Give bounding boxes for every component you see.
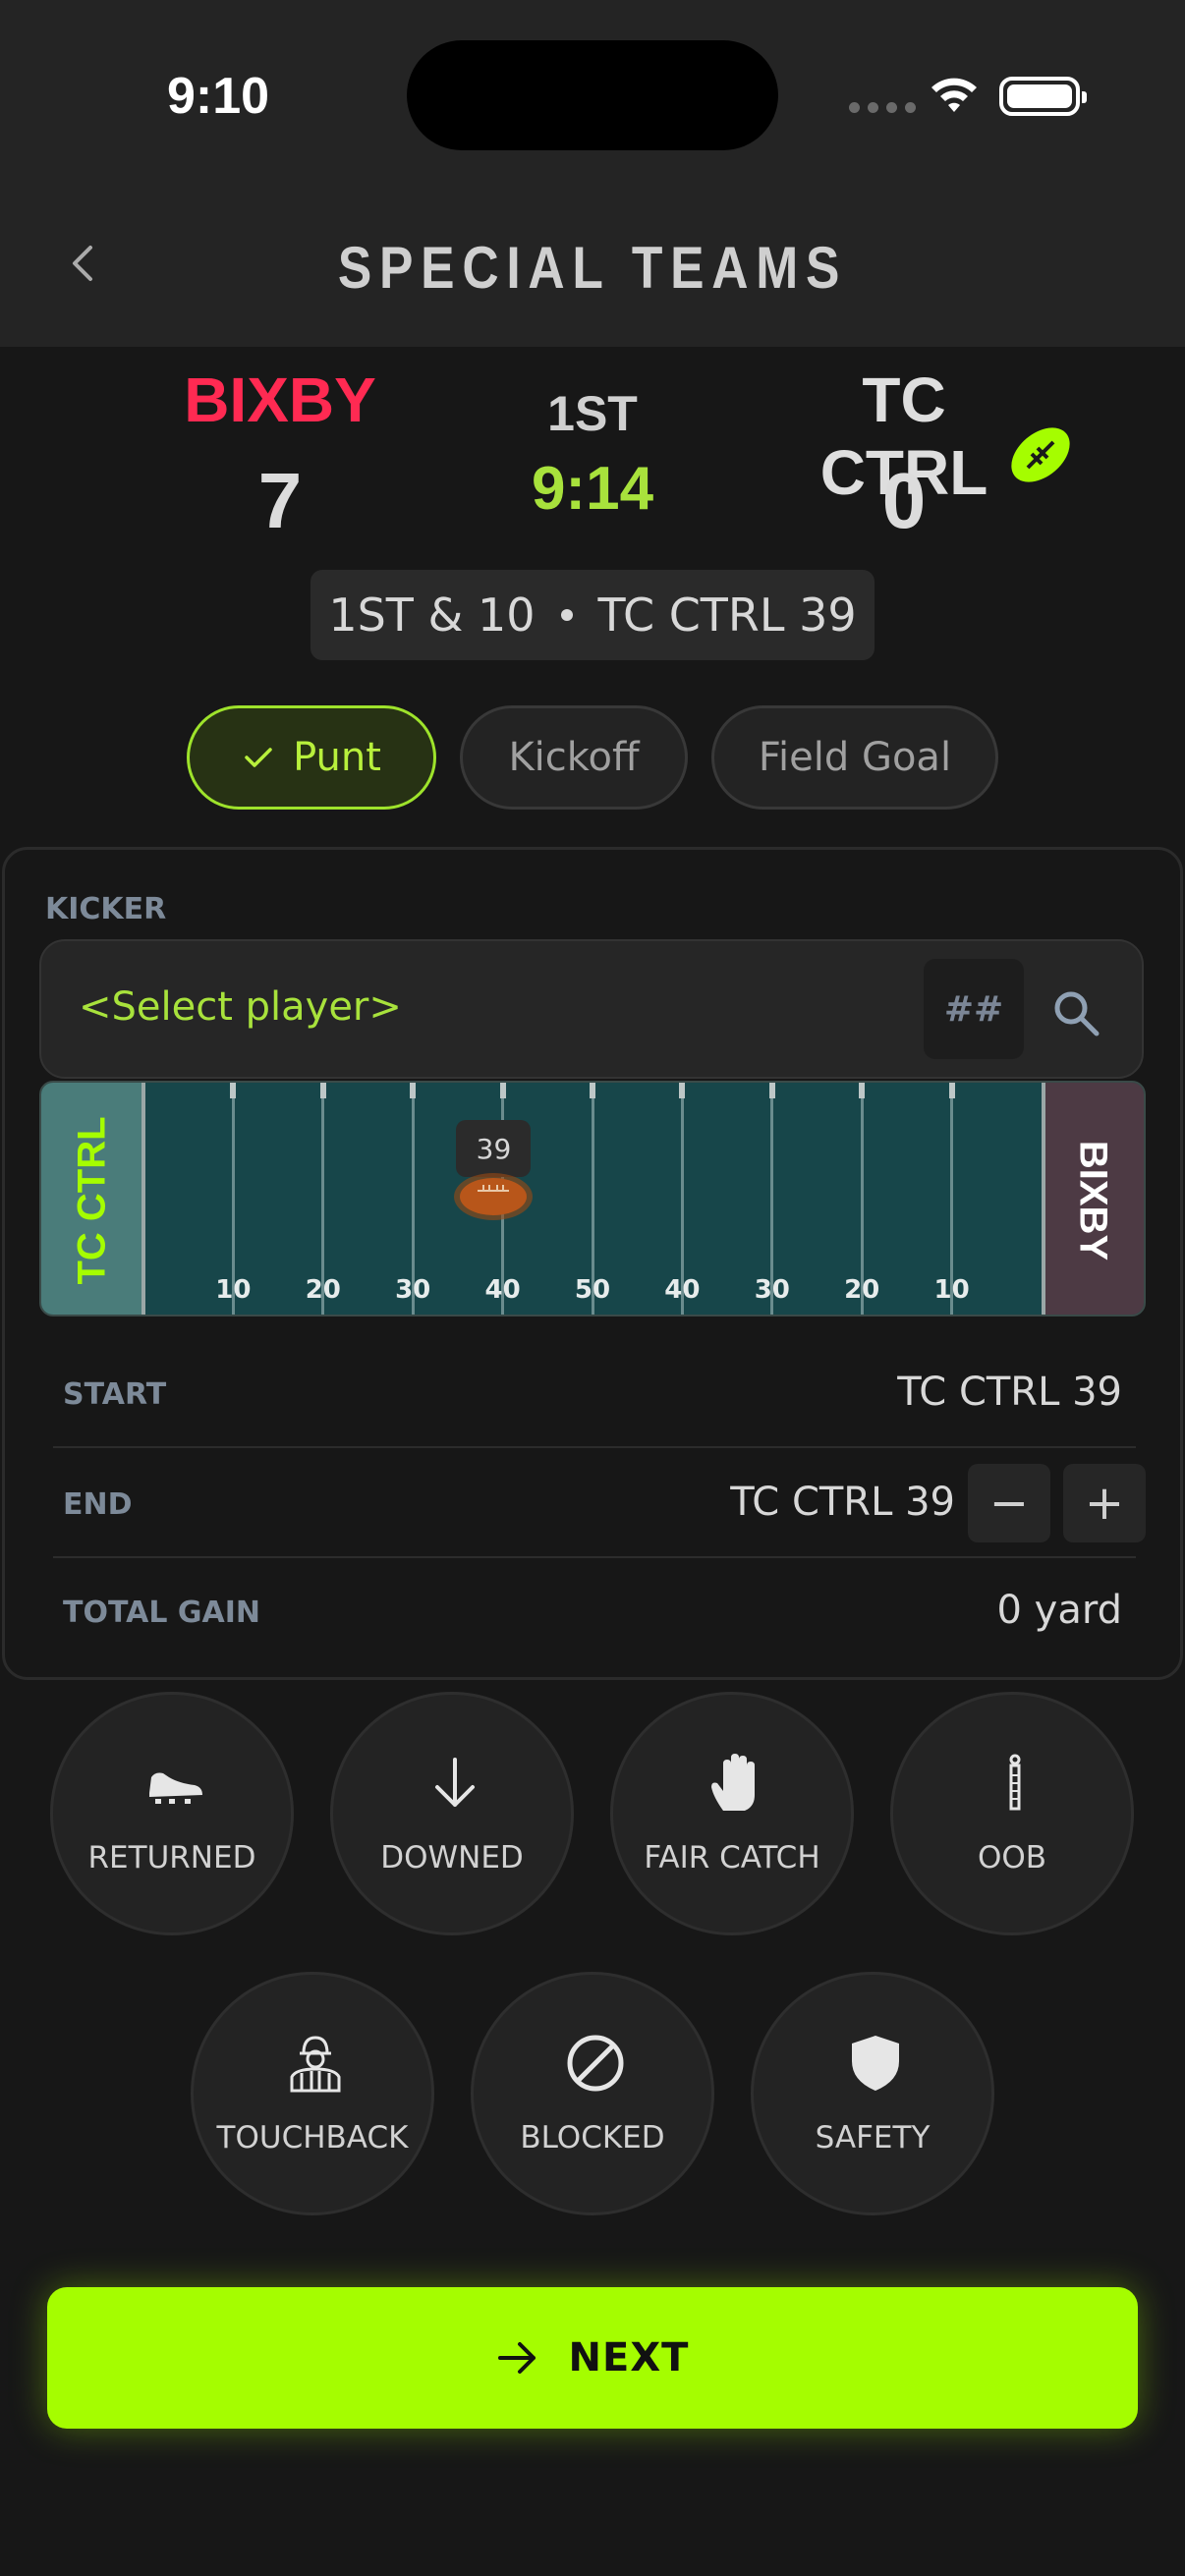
next-button[interactable]: NEXT [47, 2287, 1138, 2429]
right-goal-line [1042, 1083, 1045, 1315]
touchback-label: TOUCHBACK [216, 2120, 409, 2156]
page-title: SPECIAL TEAMS [337, 235, 848, 301]
spot-text: TC CTRL 39 [597, 588, 857, 642]
period-label: 1ST [547, 386, 638, 441]
blocked-icon [567, 2035, 624, 2092]
cellular-signal-icon [849, 102, 916, 113]
kicker-label: KICKER [45, 892, 167, 926]
yard-tick [679, 1083, 686, 1098]
play-type-kickoff-chip[interactable]: Kickoff [460, 705, 688, 810]
yard-number: 20 [844, 1275, 880, 1305]
blocked-label: BLOCKED [520, 2120, 665, 2156]
end-value: TC CTRL 39 [730, 1480, 955, 1525]
yard-tick [590, 1083, 595, 1098]
downed-label: DOWNED [380, 1840, 524, 1876]
safety-label: SAFETY [815, 2120, 931, 2156]
home-team-name: BIXBY [184, 364, 376, 435]
jersey-number-button[interactable]: ## [924, 959, 1024, 1059]
end-decrement-button[interactable]: − [968, 1464, 1050, 1542]
left-endzone-label: TC CTRL [70, 1116, 114, 1285]
game-clock: 9:14 [531, 455, 654, 523]
yard-tick [319, 1083, 326, 1098]
downed-button[interactable]: DOWNED [330, 1692, 574, 1935]
start-value: TC CTRL 39 [897, 1370, 1122, 1415]
returned-label: RETURNED [87, 1840, 256, 1876]
yard-number: 30 [395, 1275, 431, 1305]
end-increment-button[interactable]: + [1063, 1464, 1146, 1542]
battery-icon [999, 77, 1087, 116]
home-score: 7 [257, 457, 303, 544]
fair-catch-button[interactable]: FAIR CATCH [610, 1692, 854, 1935]
yard-number: 40 [664, 1275, 701, 1305]
check-icon [245, 748, 272, 767]
football-icon[interactable] [452, 1169, 535, 1224]
away-score: 0 [881, 457, 927, 544]
yard-number: 50 [574, 1275, 611, 1305]
kicker-placeholder[interactable]: <Select player> [79, 984, 402, 1030]
yard-tick [948, 1083, 955, 1098]
separator-dot [560, 609, 573, 621]
returned-button[interactable]: RETURNED [50, 1692, 294, 1935]
yard-tick [859, 1083, 866, 1098]
end-label: END [63, 1487, 133, 1522]
touchback-button[interactable]: TOUCHBACK [191, 1972, 434, 2215]
chip-label: Kickoff [508, 735, 640, 780]
search-icon[interactable] [1049, 986, 1104, 1041]
left-endzone: TC CTRL [41, 1083, 143, 1315]
field-diagram[interactable]: TC CTRL BIXBY 10 20 30 40 50 40 30 20 10 39 [39, 1081, 1146, 1316]
status-time: 9:10 [167, 68, 270, 125]
cleat-icon [149, 1772, 202, 1804]
wifi-icon [931, 78, 977, 112]
right-endzone-label: BIXBY [1071, 1140, 1115, 1261]
down-distance-pill: 1ST & 10 TC CTRL 39 [310, 570, 875, 660]
blocked-button[interactable]: BLOCKED [471, 1972, 714, 2215]
chip-label: Punt [293, 735, 381, 780]
total-gain-value: 0 yard [996, 1588, 1122, 1633]
yard-tick [230, 1083, 237, 1098]
yard-number: 20 [305, 1275, 341, 1305]
yard-tick [768, 1083, 775, 1098]
down-text: 1ST & 10 [328, 588, 536, 642]
oob-label: OOB [977, 1840, 1047, 1876]
chip-label: Field Goal [758, 735, 952, 780]
fair-catch-label: FAIR CATCH [644, 1840, 820, 1876]
divider [53, 1556, 1136, 1558]
total-gain-label: TOTAL GAIN [63, 1596, 260, 1630]
left-goal-line [141, 1083, 145, 1315]
play-type-punt-chip[interactable]: Punt [187, 705, 436, 810]
play-type-field-goal-chip[interactable]: Field Goal [711, 705, 998, 810]
divider [53, 1446, 1136, 1448]
right-endzone: BIXBY [1042, 1083, 1144, 1315]
safety-button[interactable]: SAFETY [751, 1972, 994, 2215]
possession-football-icon [1011, 427, 1070, 482]
shield-icon [852, 2036, 899, 2091]
hand-icon [711, 1754, 755, 1811]
oob-button[interactable]: OOB [890, 1692, 1134, 1935]
start-label: START [63, 1377, 167, 1412]
arrow-down-icon [435, 1758, 475, 1807]
next-label: NEXT [568, 2335, 690, 2380]
yard-tick [499, 1083, 506, 1098]
yard-number: 10 [215, 1275, 252, 1305]
yard-number: 10 [933, 1275, 970, 1305]
yard-number: 30 [754, 1275, 790, 1305]
arrow-right-icon [497, 2342, 536, 2374]
dynamic-island [407, 40, 778, 150]
yard-number: 40 [484, 1275, 521, 1305]
pylon-icon [1009, 1754, 1021, 1811]
referee-icon [290, 2036, 341, 2093]
yard-tick [410, 1083, 417, 1098]
